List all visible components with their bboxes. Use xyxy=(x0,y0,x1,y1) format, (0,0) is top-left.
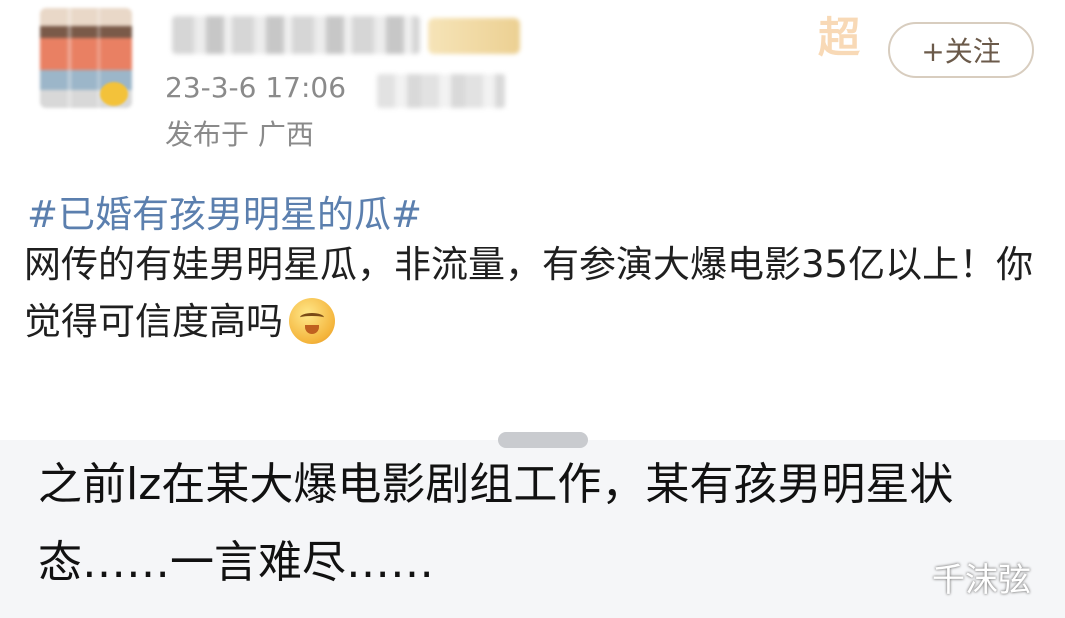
site-watermark: 千沫弦 xyxy=(932,560,1031,599)
post-source-blurred xyxy=(377,74,505,108)
username-blurred[interactable] xyxy=(172,16,420,54)
follow-button[interactable]: +关注 xyxy=(888,22,1034,78)
weibo-post-card: 23-3-6 17:06 发布于 广西 超 +关注 #已婚有孩男明星的瓜# 网传… xyxy=(0,0,1065,440)
vip-badge-icon xyxy=(428,18,520,54)
post-timestamp: 23-3-6 17:06 xyxy=(165,71,347,104)
thinking-emoji-icon xyxy=(289,298,335,344)
post-body-text: 网传的有娃男明星瓜，非流量，有参演大爆电影35亿以上！你觉得可信度高吗 xyxy=(24,243,1034,343)
post-body: 网传的有娃男明星瓜，非流量，有参演大爆电影35亿以上！你觉得可信度高吗 xyxy=(24,236,1034,350)
hashtag-link[interactable]: #已婚有孩男明星的瓜# xyxy=(27,184,422,238)
verified-badge-icon xyxy=(100,82,128,106)
brand-watermark: 超 xyxy=(818,13,861,62)
post-location: 发布于 广西 xyxy=(165,118,314,151)
comment-text: 之前lz在某大爆电影剧组工作，某有孩男明星状态……一言难尽…… xyxy=(38,459,954,588)
